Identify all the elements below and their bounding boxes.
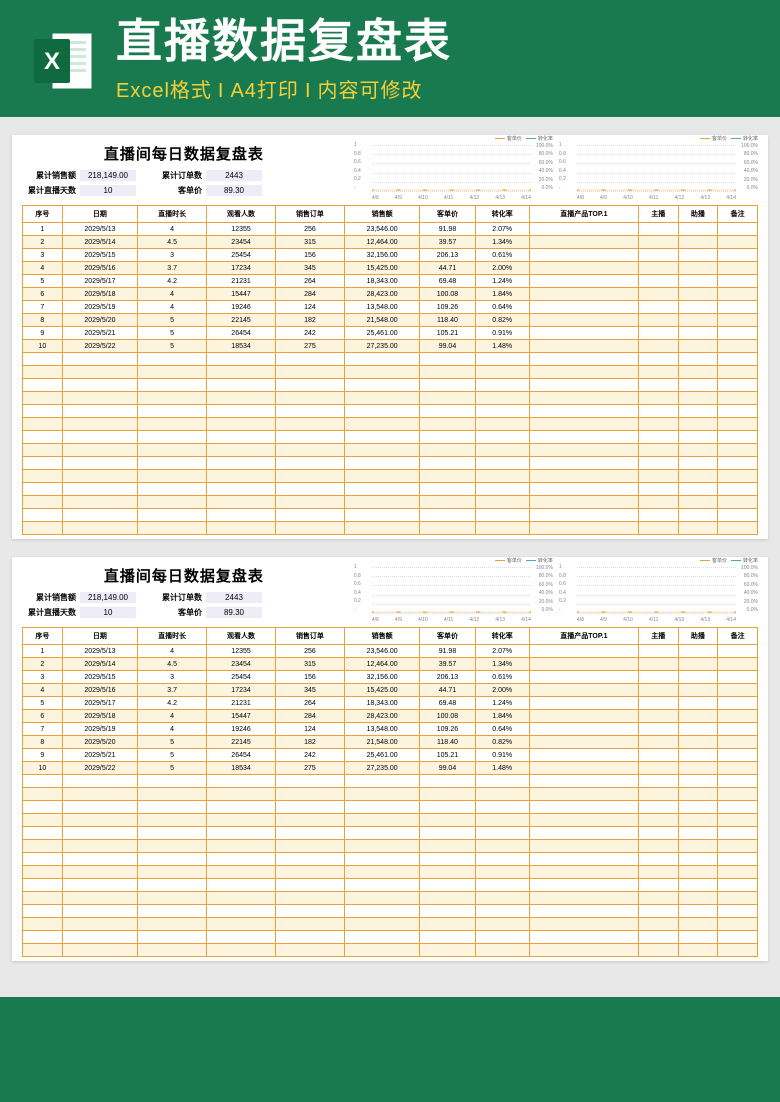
sheet-title: 直播间每日数据复盘表 (22, 143, 346, 164)
table-row: 72029/5/1941924612413,548.00109.260.64% (23, 301, 758, 314)
table-row (23, 944, 758, 957)
spreadsheet-preview: 直播间每日数据复盘表 累计销售额218,149.00 累计订单数2443 累计直… (12, 135, 768, 539)
excel-icon: X (30, 27, 98, 95)
chart-legend: 客单价转化率 (696, 557, 758, 564)
table-row (23, 418, 758, 431)
table-row: 82029/5/2052214518221,548.00118.400.82% (23, 314, 758, 327)
summary-row: 累计直播天数10 客单价89.30 (22, 185, 346, 196)
table-row (23, 392, 758, 405)
col-header: 备注 (718, 628, 758, 645)
table-row (23, 522, 758, 535)
table-row (23, 840, 758, 853)
col-header: 直播产品TOP.1 (529, 628, 638, 645)
table-row: 42029/5/163.71723434515,425.0044.712.00% (23, 262, 758, 275)
col-header: 直播产品TOP.1 (529, 206, 638, 223)
col-header: 销售额 (344, 628, 420, 645)
table-row (23, 905, 758, 918)
table-row: 52029/5/174.22123126418,343.0069.481.24% (23, 275, 758, 288)
table-row (23, 775, 758, 788)
mini-chart: 客单价转化率 10.80.60.40.2- 100.0%80.0%60.0%40… (354, 143, 553, 201)
col-header: 转化率 (475, 206, 529, 223)
table-row: 32029/5/1532545415632,156.00206.130.61% (23, 249, 758, 262)
table-row: 62029/5/1841544728428,423.00100.081.84% (23, 288, 758, 301)
col-header: 序号 (23, 628, 63, 645)
banner-text: 直播数据复盘表 Excel格式IA4打印I内容可修改 (116, 18, 750, 103)
col-header: 助播 (678, 628, 718, 645)
spreadsheet-preview: 直播间每日数据复盘表 累计销售额218,149.00 累计订单数2443 累计直… (12, 557, 768, 961)
col-header: 日期 (62, 628, 138, 645)
col-header: 序号 (23, 206, 63, 223)
col-header: 转化率 (475, 628, 529, 645)
col-header: 主播 (638, 628, 678, 645)
table-row: 22029/5/144.52345431512,464.0039.571.34% (23, 236, 758, 249)
data-table: 序号日期直播时长观看人数销售订单销售额客单价转化率直播产品TOP.1主播助播备注… (22, 205, 758, 535)
table-row (23, 931, 758, 944)
table-row (23, 918, 758, 931)
table-row: 12029/5/1341235525623,546.0091.982.07% (23, 223, 758, 236)
table-row (23, 353, 758, 366)
header-banner: X 直播数据复盘表 Excel格式IA4打印I内容可修改 (0, 0, 780, 117)
summary-row: 累计直播天数10 客单价89.30 (22, 607, 346, 618)
table-row (23, 366, 758, 379)
table-row (23, 814, 758, 827)
sheet-title: 直播间每日数据复盘表 (22, 565, 346, 586)
table-row: 72029/5/1941924612413,548.00109.260.64% (23, 723, 758, 736)
table-row (23, 405, 758, 418)
table-row: 82029/5/2052214518221,548.00118.400.82% (23, 736, 758, 749)
table-row (23, 457, 758, 470)
preview-canvas: 直播间每日数据复盘表 累计销售额218,149.00 累计订单数2443 累计直… (0, 117, 780, 997)
chart-legend: 客单价转化率 (491, 135, 553, 142)
table-row (23, 496, 758, 509)
table-row (23, 444, 758, 457)
col-header: 助播 (678, 206, 718, 223)
summary-row: 累计销售额218,149.00 累计订单数2443 (22, 170, 346, 181)
table-row: 42029/5/163.71723434515,425.0044.712.00% (23, 684, 758, 697)
col-header: 备注 (718, 206, 758, 223)
table-row: 12029/5/1341235525623,546.0091.982.07% (23, 645, 758, 658)
table-row: 102029/5/2251853427527,235.0099.041.48% (23, 340, 758, 353)
table-row (23, 853, 758, 866)
table-row (23, 866, 758, 879)
col-header: 客单价 (420, 206, 475, 223)
col-header: 销售额 (344, 206, 420, 223)
table-row (23, 827, 758, 840)
table-row (23, 470, 758, 483)
table-row: 52029/5/174.22123126418,343.0069.481.24% (23, 697, 758, 710)
table-row (23, 431, 758, 444)
mini-chart: 客单价转化率 10.80.60.40.2- 100.0%80.0%60.0%40… (559, 143, 758, 201)
table-row (23, 379, 758, 392)
banner-title: 直播数据复盘表 (116, 18, 750, 64)
col-header: 直播时长 (138, 206, 207, 223)
svg-text:X: X (44, 48, 60, 75)
table-row (23, 483, 758, 496)
summary-row: 累计销售额218,149.00 累计订单数2443 (22, 592, 346, 603)
col-header: 销售订单 (275, 206, 344, 223)
table-row (23, 892, 758, 905)
col-header: 主播 (638, 206, 678, 223)
table-row: 22029/5/144.52345431512,464.0039.571.34% (23, 658, 758, 671)
table-row: 62029/5/1841544728428,423.00100.081.84% (23, 710, 758, 723)
mini-chart: 客单价转化率 10.80.60.40.2- 100.0%80.0%60.0%40… (354, 565, 553, 623)
col-header: 销售订单 (275, 628, 344, 645)
table-row: 92029/5/2152645424225,461.00105.210.91% (23, 327, 758, 340)
col-header: 直播时长 (138, 628, 207, 645)
col-header: 观看人数 (207, 206, 276, 223)
col-header: 观看人数 (207, 628, 276, 645)
mini-chart: 客单价转化率 10.80.60.40.2- 100.0%80.0%60.0%40… (559, 565, 758, 623)
table-row (23, 509, 758, 522)
table-row: 102029/5/2251853427527,235.0099.041.48% (23, 762, 758, 775)
table-row (23, 879, 758, 892)
banner-subtitle: Excel格式IA4打印I内容可修改 (116, 74, 750, 103)
chart-legend: 客单价转化率 (696, 135, 758, 142)
chart-legend: 客单价转化率 (491, 557, 553, 564)
table-row: 32029/5/1532545415632,156.00206.130.61% (23, 671, 758, 684)
col-header: 客单价 (420, 628, 475, 645)
table-row (23, 788, 758, 801)
table-row: 92029/5/2152645424225,461.00105.210.91% (23, 749, 758, 762)
table-row (23, 801, 758, 814)
data-table: 序号日期直播时长观看人数销售订单销售额客单价转化率直播产品TOP.1主播助播备注… (22, 627, 758, 957)
col-header: 日期 (62, 206, 138, 223)
